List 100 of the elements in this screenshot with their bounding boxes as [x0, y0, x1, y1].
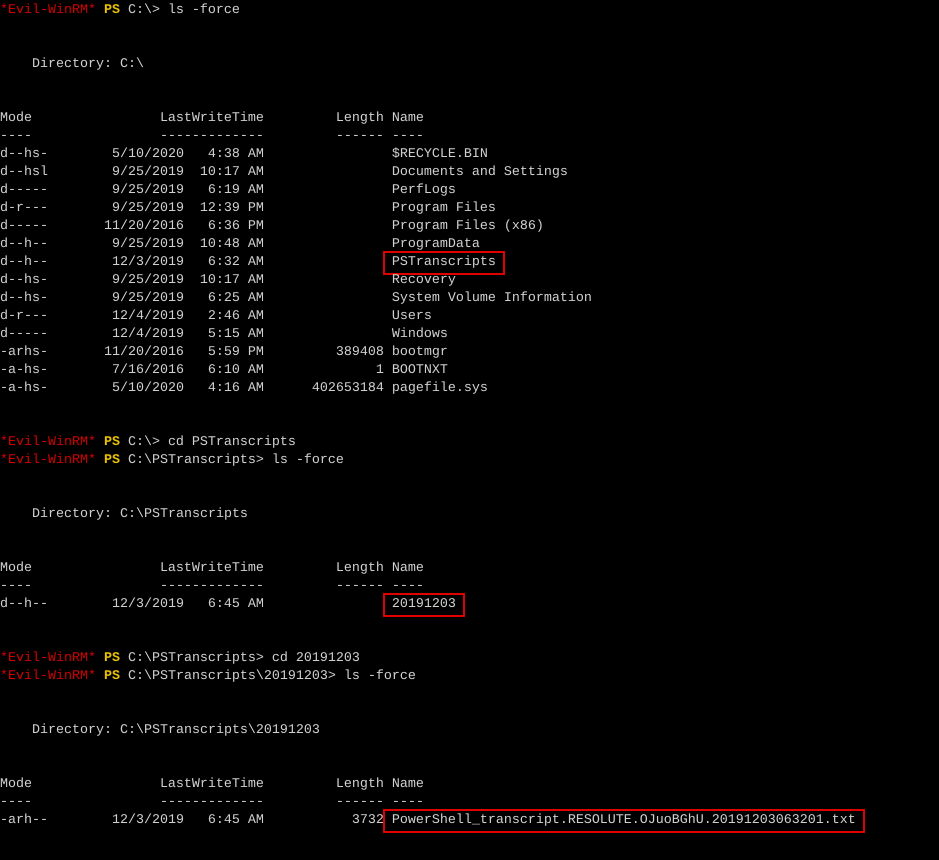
table-cell-text: 9/25/2019: [110, 236, 184, 254]
column-header: LastWriteTime: [160, 776, 264, 794]
column-header: LastWriteTime: [160, 560, 264, 578]
column-header: LastWriteTime: [160, 110, 264, 128]
command-text: ls -force: [272, 452, 344, 470]
table-cell-text: d--hs-: [0, 290, 49, 308]
table-cell-text: d-r---: [0, 308, 49, 326]
table-cell-text: 12/4/2019: [110, 326, 184, 344]
table-cell: ProgramData: [392, 236, 480, 254]
table-cell: Recovery: [392, 272, 456, 290]
table-cell-text: 6:25 AM: [206, 290, 264, 308]
table-cell-text: 10:48 AM: [198, 236, 264, 254]
table-cell: PerfLogs: [392, 182, 456, 200]
table-cell: Program Files (x86): [392, 218, 544, 236]
table-cell: PSTranscripts: [386, 254, 502, 272]
column-header: ----: [0, 578, 33, 596]
table-cell-text: d--hs-: [0, 272, 49, 290]
table-cell-text: d--h--: [0, 254, 49, 272]
shell-label: PS: [104, 668, 120, 686]
prompt-path: C:\>: [128, 434, 160, 452]
prompt-path: C:\PSTranscripts>: [128, 452, 264, 470]
directory-heading: Directory: C:\: [32, 56, 144, 74]
table-cell-text: d--h--: [0, 596, 49, 614]
table-cell-text: 4:16 AM: [206, 380, 264, 398]
column-header: Length: [336, 110, 384, 128]
table-cell-text: 9/25/2019: [110, 272, 184, 290]
command-text: cd PSTranscripts: [168, 434, 296, 452]
table-cell: PowerShell_transcript.RESOLUTE.OJuoBGhU.20191203063201.txt: [386, 812, 862, 830]
directory-heading: Directory: C:\PSTranscripts: [32, 506, 248, 524]
shell-label: PS: [104, 434, 120, 452]
table-cell-text: 1: [374, 362, 384, 380]
table-cell-text: 7/16/2016: [110, 362, 184, 380]
table-cell: pagefile.sys: [392, 380, 488, 398]
table-cell-text: 402653184: [310, 380, 384, 398]
column-header: ----: [392, 794, 424, 812]
column-header: ----: [392, 128, 424, 146]
column-header: ------: [336, 578, 384, 596]
table-cell-text: d--hs-: [0, 146, 49, 164]
table-cell: Windows: [392, 326, 448, 344]
directory-heading: Directory: C:\PSTranscripts\20191203: [32, 722, 320, 740]
table-cell-text: 10:17 AM: [198, 272, 264, 290]
column-header: Mode: [0, 110, 33, 128]
table-cell: 20191203: [386, 596, 462, 614]
table-cell-text: 5/10/2020: [110, 146, 184, 164]
column-header: Length: [336, 776, 384, 794]
column-header: -------------: [160, 128, 264, 146]
table-cell: Documents and Settings: [392, 164, 568, 182]
table-cell-text: -arhs-: [0, 344, 49, 362]
table-cell-text: -arh--: [0, 812, 49, 830]
table-cell-text: 12:39 PM: [198, 200, 264, 218]
table-cell-text: -a-hs-: [0, 380, 49, 398]
table-cell-text: 11/20/2016: [102, 218, 184, 236]
prompt-host: *Evil-WinRM*: [0, 668, 96, 686]
table-cell-text: 5:59 PM: [206, 344, 264, 362]
table-cell-text: 2:46 AM: [206, 308, 264, 326]
prompt-path: C:\PSTranscripts\20191203>: [128, 668, 336, 686]
table-cell-text: 4:38 AM: [206, 146, 264, 164]
table-cell: BOOTNXT: [392, 362, 448, 380]
table-cell-text: 12/3/2019: [110, 254, 184, 272]
column-header: Name: [392, 560, 424, 578]
shell-label: PS: [104, 2, 120, 20]
column-header: Length: [336, 560, 384, 578]
command-text: ls -force: [168, 2, 240, 20]
table-cell: Program Files: [392, 200, 496, 218]
column-header: -------------: [160, 794, 264, 812]
table-cell-text: 12/4/2019: [110, 308, 184, 326]
table-cell: bootmgr: [392, 344, 448, 362]
table-cell: $RECYCLE.BIN: [392, 146, 488, 164]
table-cell-text: d-----: [0, 182, 49, 200]
table-cell-text: 11/20/2016: [102, 344, 184, 362]
table-cell-text: d--h--: [0, 236, 49, 254]
prompt-path: C:\PSTranscripts>: [128, 650, 264, 668]
table-cell-text: d--hsl: [0, 164, 49, 182]
table-cell-text: d-----: [0, 326, 49, 344]
column-header: ------: [336, 794, 384, 812]
table-cell-text: d-r---: [0, 200, 49, 218]
column-header: -------------: [160, 578, 264, 596]
table-cell-text: 5/10/2020: [110, 380, 184, 398]
table-cell-text: 9/25/2019: [110, 200, 184, 218]
table-cell-text: 12/3/2019: [110, 596, 184, 614]
column-header: Name: [392, 776, 424, 794]
table-cell-text: 5:15 AM: [206, 326, 264, 344]
column-header: ------: [336, 128, 384, 146]
table-cell-text: 389408: [334, 344, 384, 362]
prompt-host: *Evil-WinRM*: [0, 2, 96, 20]
table-cell-text: 6:10 AM: [206, 362, 264, 380]
shell-label: PS: [104, 452, 120, 470]
column-header: ----: [0, 794, 33, 812]
prompt-path: C:\>: [128, 2, 160, 20]
table-cell-text: -a-hs-: [0, 362, 49, 380]
table-cell-text: d-----: [0, 218, 49, 236]
column-header: ----: [0, 128, 33, 146]
table-cell-text: 6:32 AM: [206, 254, 264, 272]
table-cell-text: 12/3/2019: [110, 812, 184, 830]
table-cell: System Volume Information: [392, 290, 592, 308]
table-cell-text: 6:36 PM: [206, 218, 264, 236]
command-text: cd 20191203: [272, 650, 360, 668]
table-cell-text: 9/25/2019: [110, 182, 184, 200]
table-cell: Users: [392, 308, 432, 326]
table-cell-text: 3732: [350, 812, 384, 830]
